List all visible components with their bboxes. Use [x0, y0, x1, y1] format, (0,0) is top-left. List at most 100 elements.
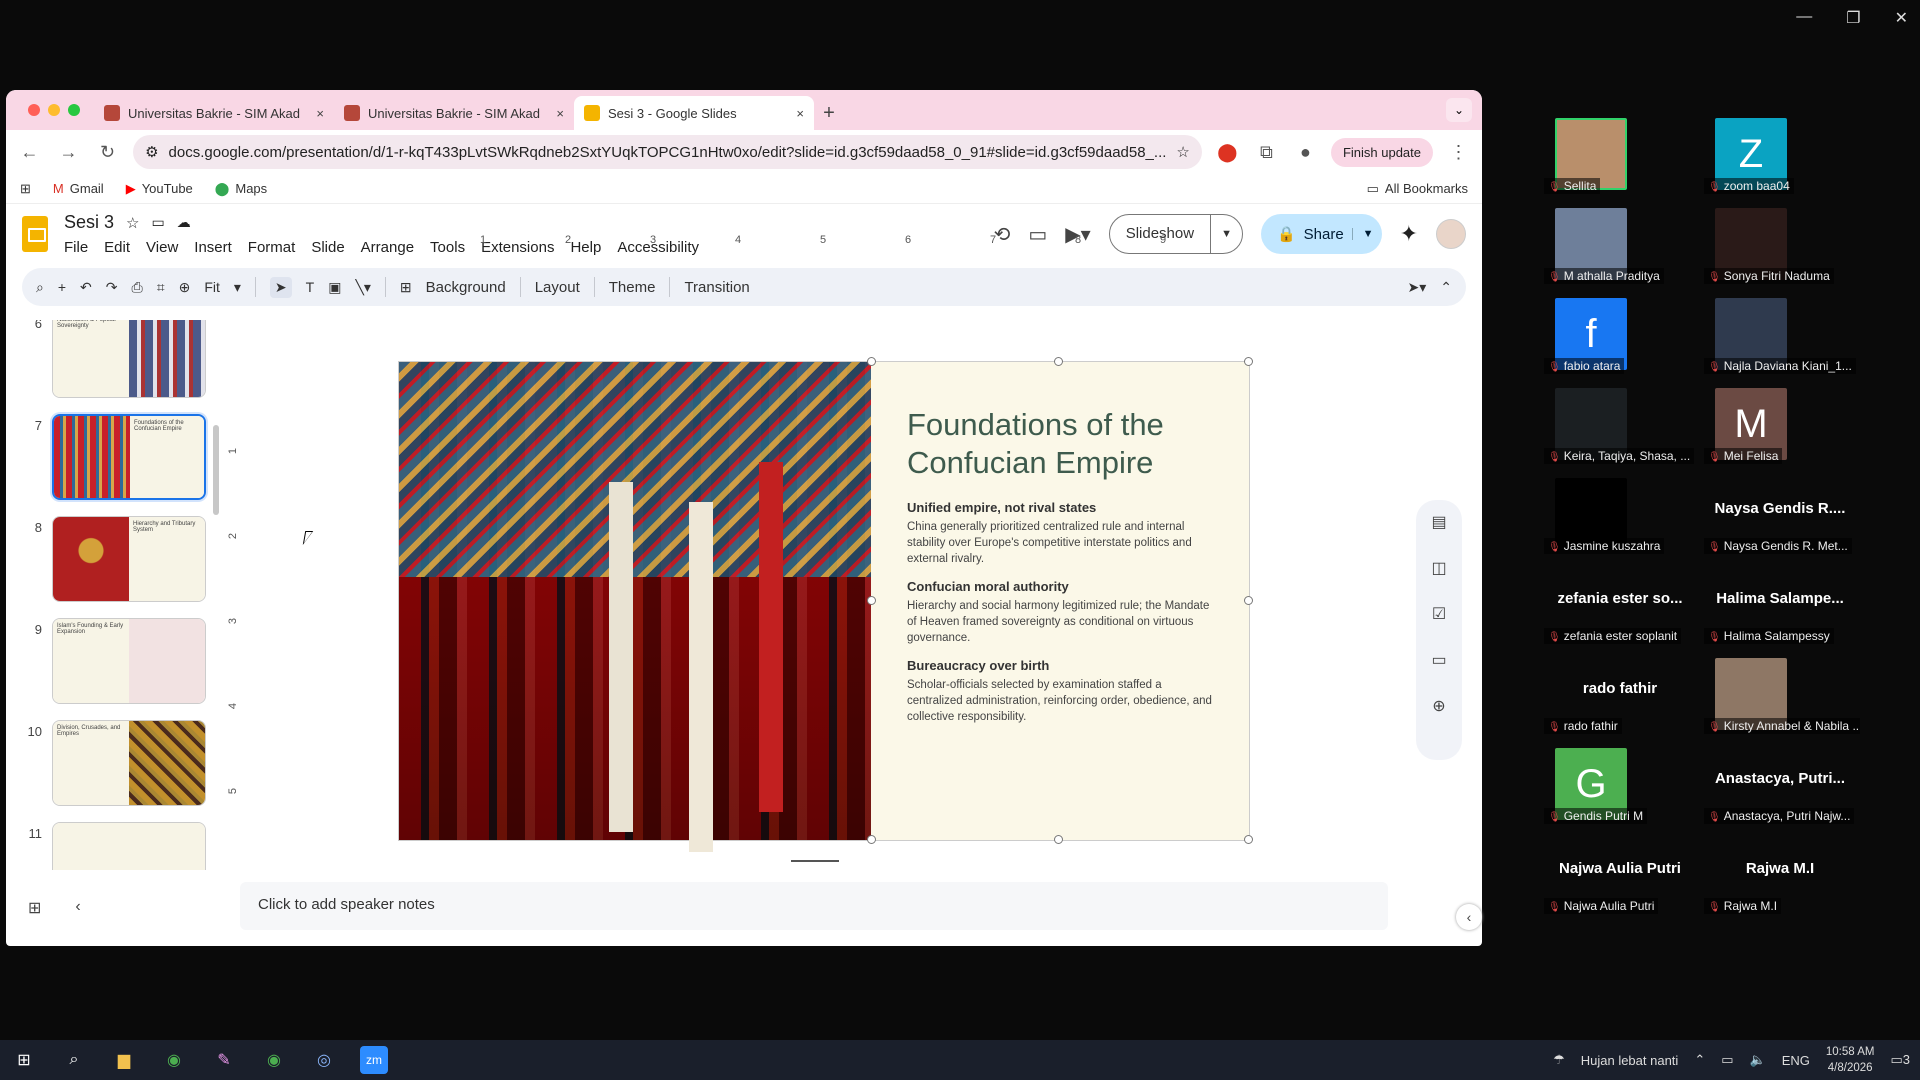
- avatar[interactable]: [1436, 219, 1466, 249]
- grid-view-icon[interactable]: ⊞: [28, 898, 41, 918]
- site-info-icon[interactable]: ⚙: [145, 143, 158, 161]
- bookmark-maps[interactable]: ⬤ Maps: [215, 181, 267, 197]
- print-icon[interactable]: ⎙: [132, 279, 143, 296]
- windows-start-icon[interactable]: ⊞: [10, 1046, 38, 1074]
- browser-tab-active[interactable]: Sesi 3 - Google Slides ×: [574, 96, 814, 130]
- tasks-icon[interactable]: ☑: [1432, 604, 1446, 624]
- notes-resize-handle[interactable]: [791, 860, 839, 862]
- resize-handle[interactable]: [1244, 357, 1253, 366]
- redo-icon[interactable]: ↷: [106, 279, 118, 296]
- camera-app-icon[interactable]: ◎: [310, 1046, 338, 1074]
- resize-handle[interactable]: [1054, 357, 1063, 366]
- undo-icon[interactable]: ↶: [80, 279, 92, 296]
- new-tab-button[interactable]: +: [814, 96, 844, 130]
- participant-tile[interactable]: M athalla Praditya: [1540, 200, 1700, 286]
- star-icon[interactable]: ☆: [1176, 143, 1189, 161]
- extensions-icon[interactable]: ⧉: [1253, 137, 1280, 167]
- participant-tile[interactable]: Naysa Gendis R.... Naysa Gendis R. Met...: [1700, 470, 1860, 556]
- resize-handle[interactable]: [1054, 835, 1063, 844]
- minimize-dot-icon[interactable]: [48, 104, 60, 116]
- back-icon[interactable]: ←: [16, 137, 43, 167]
- file-explorer-icon[interactable]: ▆: [110, 1046, 138, 1074]
- comment-add-icon[interactable]: ⊞: [400, 279, 412, 296]
- participant-tile[interactable]: zefania ester so... zefania ester soplani…: [1540, 560, 1700, 646]
- close-dot-icon[interactable]: [28, 104, 40, 116]
- participant-tile[interactable]: Anastacya, Putri... Anastacya, Putri Najw…: [1700, 740, 1860, 826]
- slide-thumbnail[interactable]: Nationalism & Popular Sovereignty: [52, 320, 206, 398]
- speaker-notes[interactable]: Click to add speaker notes: [240, 882, 1388, 930]
- volume-icon[interactable]: 🔈: [1750, 1052, 1766, 1068]
- bookmark-youtube[interactable]: ▶ YouTube: [126, 181, 193, 197]
- select-cursor-icon[interactable]: ➤: [269, 276, 292, 298]
- participant-tile[interactable]: GGendis Putri M: [1540, 740, 1700, 826]
- layout-button[interactable]: Layout: [535, 279, 580, 296]
- tab-close-icon[interactable]: ×: [316, 106, 324, 121]
- participant-tile[interactable]: Halima Salampe... Halima Salampessy: [1700, 560, 1860, 646]
- folder-icon[interactable]: ▭: [1431, 650, 1446, 670]
- participant-tile[interactable]: Keira, Taqiya, Shasa, ...: [1540, 380, 1700, 466]
- apps-grid-icon[interactable]: ⊞: [20, 181, 31, 197]
- all-bookmarks[interactable]: ▭ All Bookmarks: [1367, 181, 1468, 197]
- finish-update-button[interactable]: Finish update: [1330, 137, 1434, 167]
- participant-tile[interactable]: Najwa Aulia Putri Najwa Aulia Putri: [1540, 830, 1700, 916]
- background-button[interactable]: Background: [426, 279, 506, 296]
- participant-tile[interactable]: Rajwa M.I Rajwa M.I: [1700, 830, 1860, 916]
- star-icon[interactable]: ☆: [126, 214, 139, 232]
- slide-title[interactable]: Foundations of the Confucian Empire: [907, 406, 1213, 482]
- bookmark-gmail[interactable]: M Gmail: [53, 181, 104, 196]
- app-icon[interactable]: ✎: [210, 1046, 238, 1074]
- resize-handle[interactable]: [867, 357, 876, 366]
- minimize-icon[interactable]: —: [1796, 8, 1812, 28]
- participant-tile[interactable]: Zzoom baa04: [1700, 110, 1860, 196]
- slide-thumbnail[interactable]: Islam's Founding & Early Expansion: [52, 618, 206, 704]
- text-box-icon[interactable]: T: [306, 279, 315, 295]
- slide-canvas[interactable]: Foundations of the Confucian Empire Unif…: [399, 357, 1253, 844]
- filmstrip-scrollbar[interactable]: [213, 425, 219, 515]
- participant-tile[interactable]: Jasmine kuszahra: [1540, 470, 1700, 556]
- network-icon[interactable]: ▭: [1721, 1052, 1733, 1068]
- reload-icon[interactable]: ↻: [94, 137, 121, 167]
- menu-edit[interactable]: Edit: [104, 239, 130, 256]
- slide-thumbnail[interactable]: [52, 822, 206, 870]
- menu-view[interactable]: View: [146, 239, 178, 256]
- resize-handle[interactable]: [867, 596, 876, 605]
- thumbnail-row[interactable]: 8 Hierarchy and Tributary System: [6, 516, 216, 618]
- add-on-icon[interactable]: ⊕: [1432, 696, 1445, 716]
- keep-icon[interactable]: ◫: [1431, 558, 1446, 578]
- slide-thumbnail[interactable]: Hierarchy and Tributary System: [52, 516, 206, 602]
- close-icon[interactable]: ✕: [1895, 8, 1908, 28]
- temple-interior-image[interactable]: [399, 362, 871, 840]
- menu-insert[interactable]: Insert: [194, 239, 232, 256]
- chrome-icon[interactable]: ◉: [160, 1046, 188, 1074]
- line-icon[interactable]: ╲▾: [355, 279, 370, 296]
- address-bar[interactable]: ⚙ docs.google.com/presentation/d/1-r-kqT…: [133, 135, 1202, 169]
- pen-mode-icon[interactable]: ➤▾: [1408, 279, 1427, 296]
- participant-tile[interactable]: ffabio atara: [1540, 290, 1700, 376]
- tab-close-icon[interactable]: ×: [556, 106, 564, 121]
- kebab-menu-icon[interactable]: ⋮: [1445, 137, 1472, 167]
- thumbnail-row[interactable]: 10 Division, Crusades, and Empires: [6, 720, 216, 822]
- cloud-status-icon[interactable]: ☁: [177, 214, 191, 231]
- search-icon[interactable]: ⌕: [36, 279, 44, 296]
- weather-text[interactable]: Hujan lebat nanti: [1581, 1053, 1679, 1068]
- slide-thumbnail-selected[interactable]: Foundations of the Confucian Empire: [52, 414, 206, 500]
- resize-handle[interactable]: [1244, 596, 1253, 605]
- slides-logo-icon[interactable]: [22, 216, 48, 252]
- tab-search-icon[interactable]: ⌄: [1446, 98, 1472, 122]
- thumbnail-row[interactable]: 11: [6, 822, 216, 870]
- zoom-app-icon[interactable]: zm: [360, 1046, 388, 1074]
- search-icon[interactable]: ⌕: [60, 1046, 88, 1074]
- tab-close-icon[interactable]: ×: [796, 106, 804, 121]
- profile-icon[interactable]: ●: [1292, 137, 1319, 167]
- collapse-toolbar-icon[interactable]: ⌃: [1440, 279, 1452, 296]
- menu-file[interactable]: File: [64, 239, 88, 256]
- tray-chevron-icon[interactable]: ⌃: [1694, 1052, 1705, 1068]
- calendar-icon[interactable]: ▤: [1431, 512, 1446, 532]
- participant-tile[interactable]: Sellita: [1540, 110, 1700, 196]
- participant-tile[interactable]: Kirsty Annabel & Nabila ...: [1700, 650, 1860, 736]
- thumbnail-row[interactable]: 7 Foundations of the Confucian Empire: [6, 414, 216, 516]
- collapse-filmstrip-icon[interactable]: ‹: [75, 898, 80, 918]
- move-folder-icon[interactable]: ▭: [151, 214, 164, 231]
- adblock-icon[interactable]: ⬤: [1214, 137, 1241, 167]
- language-indicator[interactable]: ENG: [1782, 1053, 1810, 1068]
